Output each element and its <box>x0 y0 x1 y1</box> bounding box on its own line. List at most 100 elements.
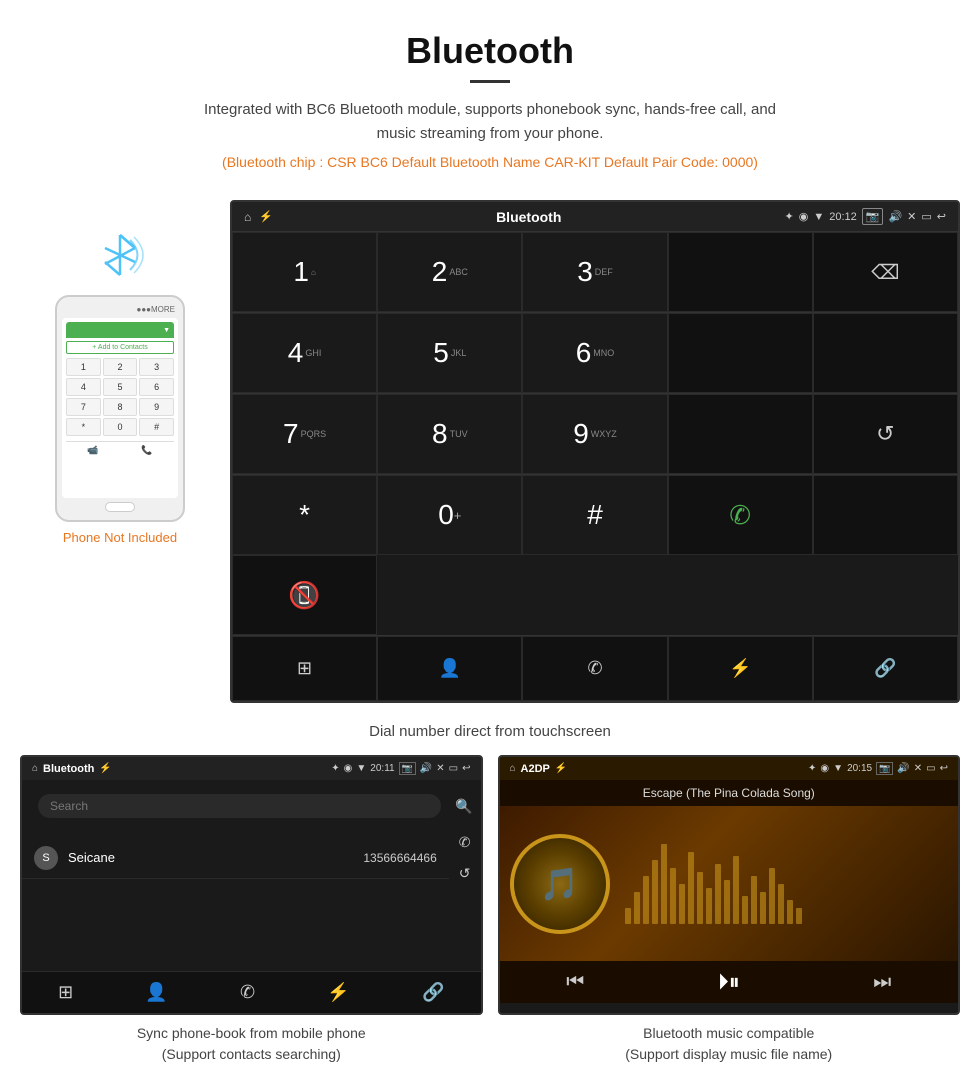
pb-search-icon[interactable]: 🔍 <box>455 798 472 815</box>
car-statusbar: ⌂ ⚡ Bluetooth ✦ ◉ ▼ 20:12 📷 🔊 ✕ ▭ ↩ <box>232 202 958 231</box>
dial-key-call[interactable]: ✆ <box>668 475 813 555</box>
nav-call-icon[interactable]: ✆ <box>522 636 667 701</box>
music-controls: ⏮ ⏵⏸ ⏭ <box>500 961 959 1003</box>
phonebook-screen: ⌂ Bluetooth ⚡ ✦◉▼ 20:11 📷 🔊✕▭↩ Search 🔍 <box>20 755 483 1015</box>
dialpad-row-4: * 0+ # ✆ 📵 <box>232 474 958 635</box>
home-icon: ⌂ <box>244 210 251 224</box>
phone-contact-btn: + Add to Contacts <box>66 341 174 354</box>
phone-dial-2: 2 <box>103 358 138 376</box>
dial-key-backspace[interactable]: ⌫ <box>813 232 958 312</box>
dial-key-7[interactable]: 7PQRS <box>232 394 377 474</box>
music-screen: ⌂ A2DP ⚡ ✦◉▼ 20:15 📷 🔊✕▭↩ Escape (The Pi… <box>498 755 961 1015</box>
page-title: Bluetooth <box>20 30 960 72</box>
header-specs: (Bluetooth chip : CSR BC6 Default Blueto… <box>20 154 960 170</box>
phone-dial-4: 4 <box>66 378 101 396</box>
phone-top-bar: ●●● MORE <box>62 305 178 314</box>
dial-key-empty-4 <box>668 394 813 474</box>
dial-key-6[interactable]: 6MNO <box>522 313 667 393</box>
pb-nav-call[interactable]: ✆ <box>240 982 255 1003</box>
main-screenshot-area: ●●● MORE ▼ + Add to Contacts 1 2 3 4 5 6… <box>0 200 980 703</box>
dialpad-row-2: 4GHI 5JKL 6MNO <box>232 312 958 393</box>
phone-dial-8: 8 <box>103 398 138 416</box>
dial-key-2[interactable]: 2ABC <box>377 232 522 312</box>
phone-dial-6: 6 <box>139 378 174 396</box>
phone-dial-5: 5 <box>103 378 138 396</box>
pb-contact-row[interactable]: S Seicane 13566664466 <box>22 838 449 879</box>
pb-search-placeholder: Search <box>50 799 88 813</box>
dial-key-empty-3 <box>813 313 958 393</box>
pb-bottom-nav: ⊞ 👤 ✆ ⚡ 🔗 <box>22 971 481 1013</box>
pb-avatar: S <box>34 846 58 870</box>
phone-dial-3: 3 <box>139 358 174 376</box>
pb-caption: Sync phone-book from mobile phone (Suppo… <box>20 1015 483 1070</box>
music-play-pause-icon[interactable]: ⏵⏸ <box>718 969 740 995</box>
dial-key-hash[interactable]: # <box>522 475 667 555</box>
phonebook-container: ⌂ Bluetooth ⚡ ✦◉▼ 20:11 📷 🔊✕▭↩ Search 🔍 <box>20 755 483 1070</box>
pb-search-bar[interactable]: Search <box>38 794 441 818</box>
dial-key-empty-1 <box>668 232 813 312</box>
music-time: 20:15 <box>847 763 872 774</box>
back-icon: ↩ <box>937 210 946 223</box>
music-next-icon[interactable]: ⏭ <box>873 971 891 994</box>
phone-dial-star: * <box>66 418 101 436</box>
dial-key-star[interactable]: * <box>232 475 377 555</box>
header-description: Integrated with BC6 Bluetooth module, su… <box>190 98 790 146</box>
dial-key-refresh[interactable]: ↺ <box>813 394 958 474</box>
phone-dial-1: 1 <box>66 358 101 376</box>
signal-icon: ▼ <box>813 211 824 223</box>
time-display: 20:12 <box>829 211 857 223</box>
dial-key-9[interactable]: 9WXYZ <box>522 394 667 474</box>
music-prev-icon[interactable]: ⏮ <box>566 971 584 994</box>
nav-bt-icon[interactable]: ⚡ <box>668 636 813 701</box>
phone-green-bar: ▼ <box>66 322 174 338</box>
phone-dial-7: 7 <box>66 398 101 416</box>
dial-key-4[interactable]: 4GHI <box>232 313 377 393</box>
pb-statusbar: ⌂ Bluetooth ⚡ ✦◉▼ 20:11 📷 🔊✕▭↩ <box>22 757 481 780</box>
music-container: ⌂ A2DP ⚡ ✦◉▼ 20:15 📷 🔊✕▭↩ Escape (The Pi… <box>498 755 961 1070</box>
bottom-screenshots: ⌂ Bluetooth ⚡ ✦◉▼ 20:11 📷 🔊✕▭↩ Search 🔍 <box>0 755 980 1070</box>
nav-dialpad-icon[interactable]: ⊞ <box>232 636 377 701</box>
dial-key-0[interactable]: 0+ <box>377 475 522 555</box>
phone-home-button <box>105 502 135 512</box>
phone-screen: ▼ + Add to Contacts 1 2 3 4 5 6 7 8 9 * … <box>62 318 178 498</box>
bluetooth-signal-icon <box>90 230 150 285</box>
music-caption: Bluetooth music compatible (Support disp… <box>498 1015 961 1070</box>
dial-key-1[interactable]: 1⌂ <box>232 232 377 312</box>
dial-key-empty-5 <box>813 475 958 555</box>
pb-time: 20:11 <box>370 763 394 774</box>
statusbar-left: ⌂ ⚡ <box>244 210 273 224</box>
dialpad-row-3: 7PQRS 8TUV 9WXYZ ↺ <box>232 393 958 474</box>
pb-nav-bt[interactable]: ⚡ <box>327 982 349 1003</box>
dialpad-row-1: 1⌂ 2ABC 3DEF ⌫ <box>232 231 958 312</box>
phone-more-label: MORE <box>151 305 175 314</box>
bt-icon: ✦ <box>785 210 794 223</box>
pb-nav-link[interactable]: 🔗 <box>422 982 444 1003</box>
dial-key-empty-2 <box>668 313 813 393</box>
pb-nav-dialpad[interactable]: ⊞ <box>58 982 73 1003</box>
usb-icon: ⚡ <box>259 210 273 223</box>
header-section: Bluetooth Integrated with BC6 Bluetooth … <box>0 0 980 200</box>
statusbar-right: ✦ ◉ ▼ 20:12 📷 🔊 ✕ ▭ ↩ <box>785 208 947 225</box>
dial-key-5[interactable]: 5JKL <box>377 313 522 393</box>
window-icon: ▭ <box>921 210 931 223</box>
close-icon: ✕ <box>907 210 916 223</box>
nav-link-icon[interactable]: 🔗 <box>813 636 958 701</box>
pb-right-call-icon[interactable]: ✆ <box>459 834 471 851</box>
phone-dial-hash: # <box>139 418 174 436</box>
phone-not-included-label: Phone Not Included <box>63 530 177 545</box>
car-screen-dial: ⌂ ⚡ Bluetooth ✦ ◉ ▼ 20:12 📷 🔊 ✕ ▭ ↩ 1⌂ <box>230 200 960 703</box>
dial-key-8[interactable]: 8TUV <box>377 394 522 474</box>
pb-right-refresh-icon[interactable]: ↺ <box>459 865 471 882</box>
phone-mockup-container: ●●● MORE ▼ + Add to Contacts 1 2 3 4 5 6… <box>20 200 220 545</box>
statusbar-title: Bluetooth <box>496 209 561 225</box>
pb-contact-name: Seicane <box>68 850 115 865</box>
music-title-label: A2DP <box>521 763 550 775</box>
dial-key-3[interactable]: 3DEF <box>522 232 667 312</box>
music-album-art: 🎵 <box>510 834 610 934</box>
nav-contacts-icon[interactable]: 👤 <box>377 636 522 701</box>
title-divider <box>470 80 510 83</box>
pb-nav-contacts[interactable]: 👤 <box>145 982 167 1003</box>
music-note-icon: 🎵 <box>540 865 580 903</box>
dial-key-end-call[interactable]: 📵 <box>232 555 377 635</box>
location-icon: ◉ <box>799 210 809 223</box>
